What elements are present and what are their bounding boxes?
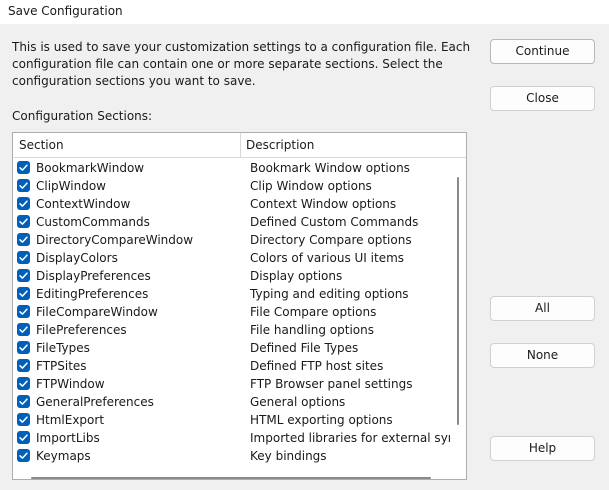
section-description: File handling options	[250, 323, 374, 337]
all-button[interactable]: All	[490, 296, 595, 321]
window-title: Save Configuration	[8, 4, 123, 18]
section-name: HtmlExport	[36, 413, 105, 427]
section-description: Bookmark Window options	[250, 161, 410, 175]
section-checkbox[interactable]	[17, 377, 30, 390]
section-checkbox[interactable]	[17, 395, 30, 408]
description-text: This is used to save your customization …	[12, 40, 471, 88]
table-row[interactable]: DirectoryCompareWindow Directory Compare …	[13, 231, 453, 249]
table-row[interactable]: FTPSites Defined FTP host sites	[13, 357, 453, 375]
help-button[interactable]: Help	[490, 436, 595, 461]
table-row[interactable]: DisplayColors Colors of various UI items	[13, 249, 453, 267]
table-row[interactable]: DisplayPreferences Display options	[13, 267, 453, 285]
none-button[interactable]: None	[490, 343, 595, 368]
sections-list[interactable]: Section Description BookmarkWindow Bookma…	[12, 132, 467, 480]
table-row[interactable]: CustomCommands Defined Custom Commands	[13, 213, 453, 231]
section-name: DisplayColors	[36, 251, 118, 265]
title-bar: Save Configuration	[0, 0, 609, 24]
section-description: Clip Window options	[250, 179, 372, 193]
section-name: EditingPreferences	[36, 287, 149, 301]
section-checkbox[interactable]	[17, 215, 30, 228]
table-row[interactable]: BookmarkWindow Bookmark Window options	[13, 159, 453, 177]
section-description: Context Window options	[250, 197, 397, 211]
section-checkbox[interactable]	[17, 305, 30, 318]
section-name: FileCompareWindow	[36, 305, 158, 319]
section-description: Display options	[250, 269, 343, 283]
section-checkbox[interactable]	[17, 431, 30, 444]
section-checkbox[interactable]	[17, 413, 30, 426]
section-description: Colors of various UI items	[250, 251, 405, 265]
section-description: Imported libraries for external sym	[250, 431, 450, 445]
list-header: Section Description	[13, 133, 466, 158]
table-row[interactable]: Keymaps Key bindings	[13, 447, 453, 465]
section-name: DirectoryCompareWindow	[36, 233, 194, 247]
horizontal-scrollbar[interactable]	[31, 477, 431, 479]
section-checkbox[interactable]	[17, 341, 30, 354]
section-description: Typing and editing options	[250, 287, 409, 301]
section-name: FileTypes	[36, 341, 90, 355]
section-name: ImportLibs	[36, 431, 100, 445]
section-checkbox[interactable]	[17, 269, 30, 282]
section-checkbox[interactable]	[17, 197, 30, 210]
column-header-description[interactable]: Description	[246, 133, 314, 157]
table-row[interactable]: FTPWindow FTP Browser panel settings	[13, 375, 453, 393]
section-description: Defined File Types	[250, 341, 359, 355]
section-description: Defined FTP host sites	[250, 359, 384, 373]
table-row[interactable]: GeneralPreferences General options	[13, 393, 453, 411]
section-name: ContextWindow	[36, 197, 131, 211]
section-checkbox[interactable]	[17, 287, 30, 300]
vertical-scrollbar[interactable]	[457, 177, 459, 425]
section-checkbox[interactable]	[17, 251, 30, 264]
section-checkbox[interactable]	[17, 449, 30, 462]
section-description: HTML exporting options	[250, 413, 393, 427]
table-row[interactable]: FileCompareWindow File Compare options	[13, 303, 453, 321]
table-row[interactable]: FileTypes Defined File Types	[13, 339, 453, 357]
table-row[interactable]: FilePreferences File handling options	[13, 321, 453, 339]
section-checkbox[interactable]	[17, 323, 30, 336]
section-description: General options	[250, 395, 346, 409]
section-checkbox[interactable]	[17, 233, 30, 246]
column-separator[interactable]	[240, 133, 241, 158]
table-row[interactable]: ImportLibs Imported libraries for externa…	[13, 429, 453, 447]
table-row[interactable]: ClipWindow Clip Window options	[13, 177, 453, 195]
section-description: Directory Compare options	[250, 233, 412, 247]
table-row[interactable]: ContextWindow Context Window options	[13, 195, 453, 213]
sections-label: Configuration Sections:	[12, 109, 153, 123]
list-rows: BookmarkWindow Bookmark Window options Cli…	[13, 159, 453, 465]
section-description: Defined Custom Commands	[250, 215, 419, 229]
section-name: GeneralPreferences	[36, 395, 154, 409]
section-description: File Compare options	[250, 305, 377, 319]
section-checkbox[interactable]	[17, 179, 30, 192]
section-name: CustomCommands	[36, 215, 150, 229]
continue-button[interactable]: Continue	[490, 39, 595, 64]
section-description: FTP Browser panel settings	[250, 377, 413, 391]
section-name: ClipWindow	[36, 179, 106, 193]
close-button[interactable]: Close	[490, 86, 595, 111]
section-name: DisplayPreferences	[36, 269, 151, 283]
table-row[interactable]: EditingPreferences Typing and editing opt…	[13, 285, 453, 303]
section-name: BookmarkWindow	[36, 161, 145, 175]
section-checkbox[interactable]	[17, 359, 30, 372]
section-description: Key bindings	[250, 449, 327, 463]
section-name: Keymaps	[36, 449, 91, 463]
section-name: FilePreferences	[36, 323, 127, 337]
column-header-section[interactable]: Section	[19, 133, 64, 157]
section-checkbox[interactable]	[17, 161, 30, 174]
table-row[interactable]: HtmlExport HTML exporting options	[13, 411, 453, 429]
section-name: FTPSites	[36, 359, 87, 373]
section-name: FTPWindow	[36, 377, 105, 391]
